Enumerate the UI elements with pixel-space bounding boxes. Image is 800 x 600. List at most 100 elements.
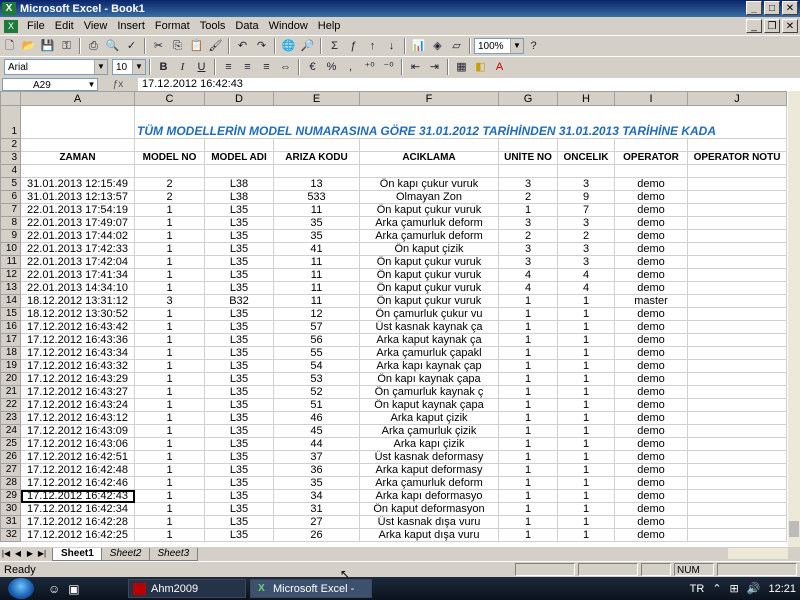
cell-model-no[interactable]: 1	[134, 203, 205, 217]
cell-operator-notu[interactable]	[687, 489, 787, 503]
cell-model-no[interactable]: 1	[134, 359, 205, 373]
cell-aciklama[interactable]: Ön kaput kaynak çapa	[359, 398, 499, 412]
cell-operator-notu[interactable]	[687, 463, 787, 477]
cell-aciklama[interactable]: Ön çamurluk kaynak ç	[359, 385, 499, 399]
column-header-a[interactable]: A	[20, 91, 135, 106]
permission-icon[interactable]: ⚿	[57, 37, 76, 55]
menu-file[interactable]: File	[22, 20, 50, 32]
menu-edit[interactable]: Edit	[50, 20, 79, 32]
cell-zaman[interactable]: 31.01.2013 12:15:49	[20, 177, 135, 191]
row-header[interactable]: 32	[0, 528, 21, 542]
cell-zaman[interactable]: 17.12.2012 16:42:43	[20, 489, 135, 503]
cell-operator-notu[interactable]	[687, 476, 787, 490]
cell-oncelik[interactable]: 3	[557, 216, 615, 230]
cell-oncelik[interactable]: 4	[557, 281, 615, 295]
cell-model-no[interactable]: 1	[134, 489, 205, 503]
cell-aciklama[interactable]: Arka kapı kaynak çap	[359, 359, 499, 373]
cell-zaman[interactable]: 22.01.2013 17:42:33	[20, 242, 135, 256]
cell-model-adi[interactable]: L35	[204, 216, 274, 230]
cell-zaman[interactable]: 22.01.2013 17:41:34	[20, 268, 135, 282]
cell-zaman[interactable]: 17.12.2012 16:43:34	[20, 346, 135, 360]
cell-unite[interactable]: 1	[498, 372, 558, 386]
align-center-icon[interactable]: ≡	[238, 58, 257, 76]
cell-operator[interactable]: demo	[614, 333, 688, 347]
cell-unite[interactable]: 1	[498, 424, 558, 438]
row-header[interactable]: 13	[0, 281, 21, 295]
header-model-no[interactable]: MODEL NO	[134, 151, 205, 165]
currency-icon[interactable]: €	[303, 58, 322, 76]
cell-oncelik[interactable]: 3	[557, 255, 615, 269]
decrease-indent-icon[interactable]: ⇤	[406, 58, 425, 76]
cell-oncelik[interactable]: 1	[557, 307, 615, 321]
cell-oncelik[interactable]: 1	[557, 359, 615, 373]
cell-model-no[interactable]: 1	[134, 502, 205, 516]
cell-aciklama[interactable]: Olmayan Zon	[359, 190, 499, 204]
cell-operator-notu[interactable]	[687, 216, 787, 230]
row-header[interactable]: 15	[0, 307, 21, 321]
cell-model-no[interactable]: 1	[134, 450, 205, 464]
cell-operator-notu[interactable]	[687, 515, 787, 529]
cell-aciklama[interactable]: Ön kapı kaynak çapa	[359, 372, 499, 386]
cell-unite[interactable]: 1	[498, 489, 558, 503]
cell-unite[interactable]: 1	[498, 294, 558, 308]
research-icon[interactable]: 🔎	[298, 37, 317, 55]
header-ariza-kodu[interactable]: ARIZA KODU	[273, 151, 360, 165]
row-header[interactable]: 3	[0, 151, 21, 165]
cell-unite[interactable]: 1	[498, 385, 558, 399]
cell-model-adi[interactable]: L35	[204, 242, 274, 256]
cell-aciklama[interactable]: Ön kaput çukur vuruk	[359, 255, 499, 269]
merge-center-icon[interactable]: ⇔	[276, 58, 295, 76]
cell-unite[interactable]: 1	[498, 528, 558, 542]
cell-kod[interactable]: 46	[273, 411, 360, 425]
cell-oncelik[interactable]: 1	[557, 502, 615, 516]
cell-oncelik[interactable]: 3	[557, 242, 615, 256]
header-model-adi[interactable]: MODEL ADI	[204, 151, 274, 165]
cell-model-adi[interactable]: L35	[204, 463, 274, 477]
cell-kod[interactable]: 27	[273, 515, 360, 529]
volume-icon[interactable]: 🔊	[747, 582, 761, 595]
cell-operator-notu[interactable]	[687, 450, 787, 464]
cell-model-no[interactable]: 1	[134, 333, 205, 347]
cell-aciklama[interactable]: Ön kaput çizik	[359, 242, 499, 256]
row-header[interactable]: 29	[0, 489, 21, 503]
name-box[interactable]: A29 ▼	[2, 77, 98, 91]
cell-unite[interactable]: 1	[498, 515, 558, 529]
row-header[interactable]: 28	[0, 476, 21, 490]
cell-model-no[interactable]: 1	[134, 307, 205, 321]
function-icon[interactable]: ƒ	[344, 37, 363, 55]
row-header[interactable]: 10	[0, 242, 21, 256]
cell-kod[interactable]: 34	[273, 489, 360, 503]
cell-model-adi[interactable]: L35	[204, 502, 274, 516]
cell-aciklama[interactable]: Arka kaput kaynak ça	[359, 333, 499, 347]
cell-aciklama[interactable]: Ön kaput deformasyon	[359, 502, 499, 516]
cell-operator-notu[interactable]	[687, 255, 787, 269]
header-aciklama[interactable]: ACIKLAMA	[359, 151, 499, 165]
help-icon[interactable]: ?	[524, 37, 543, 55]
print-preview-icon[interactable]: 🔍	[103, 37, 122, 55]
horizontal-scrollbar[interactable]	[728, 548, 788, 559]
cell-operator[interactable]: demo	[614, 320, 688, 334]
cell-zaman[interactable]: 22.01.2013 14:34:10	[20, 281, 135, 295]
cell-kod[interactable]: 56	[273, 333, 360, 347]
row-header[interactable]: 25	[0, 437, 21, 451]
maximize-button[interactable]: □	[764, 1, 780, 15]
underline-button[interactable]: U	[192, 58, 211, 76]
row-header[interactable]: 8	[0, 216, 21, 230]
cell-model-adi[interactable]: L35	[204, 281, 274, 295]
chevron-down-icon[interactable]: ▼	[86, 79, 97, 90]
cell-operator-notu[interactable]	[687, 502, 787, 516]
cell-model-adi[interactable]: L35	[204, 372, 274, 386]
cell-oncelik[interactable]: 1	[557, 515, 615, 529]
cell-oncelik[interactable]: 1	[557, 411, 615, 425]
cell-model-no[interactable]: 1	[134, 346, 205, 360]
clock[interactable]: 12:21	[768, 583, 796, 595]
cell-operator[interactable]: demo	[614, 372, 688, 386]
autosum-icon[interactable]: Σ	[325, 37, 344, 55]
cell-operator[interactable]: demo	[614, 216, 688, 230]
cell-operator-notu[interactable]	[687, 320, 787, 334]
cell-oncelik[interactable]: 2	[557, 229, 615, 243]
cell-zaman[interactable]: 17.12.2012 16:42:48	[20, 463, 135, 477]
cell-operator[interactable]: demo	[614, 398, 688, 412]
cell-kod[interactable]: 53	[273, 372, 360, 386]
taskbar-item-excel[interactable]: X Microsoft Excel - Bo...	[250, 579, 372, 598]
